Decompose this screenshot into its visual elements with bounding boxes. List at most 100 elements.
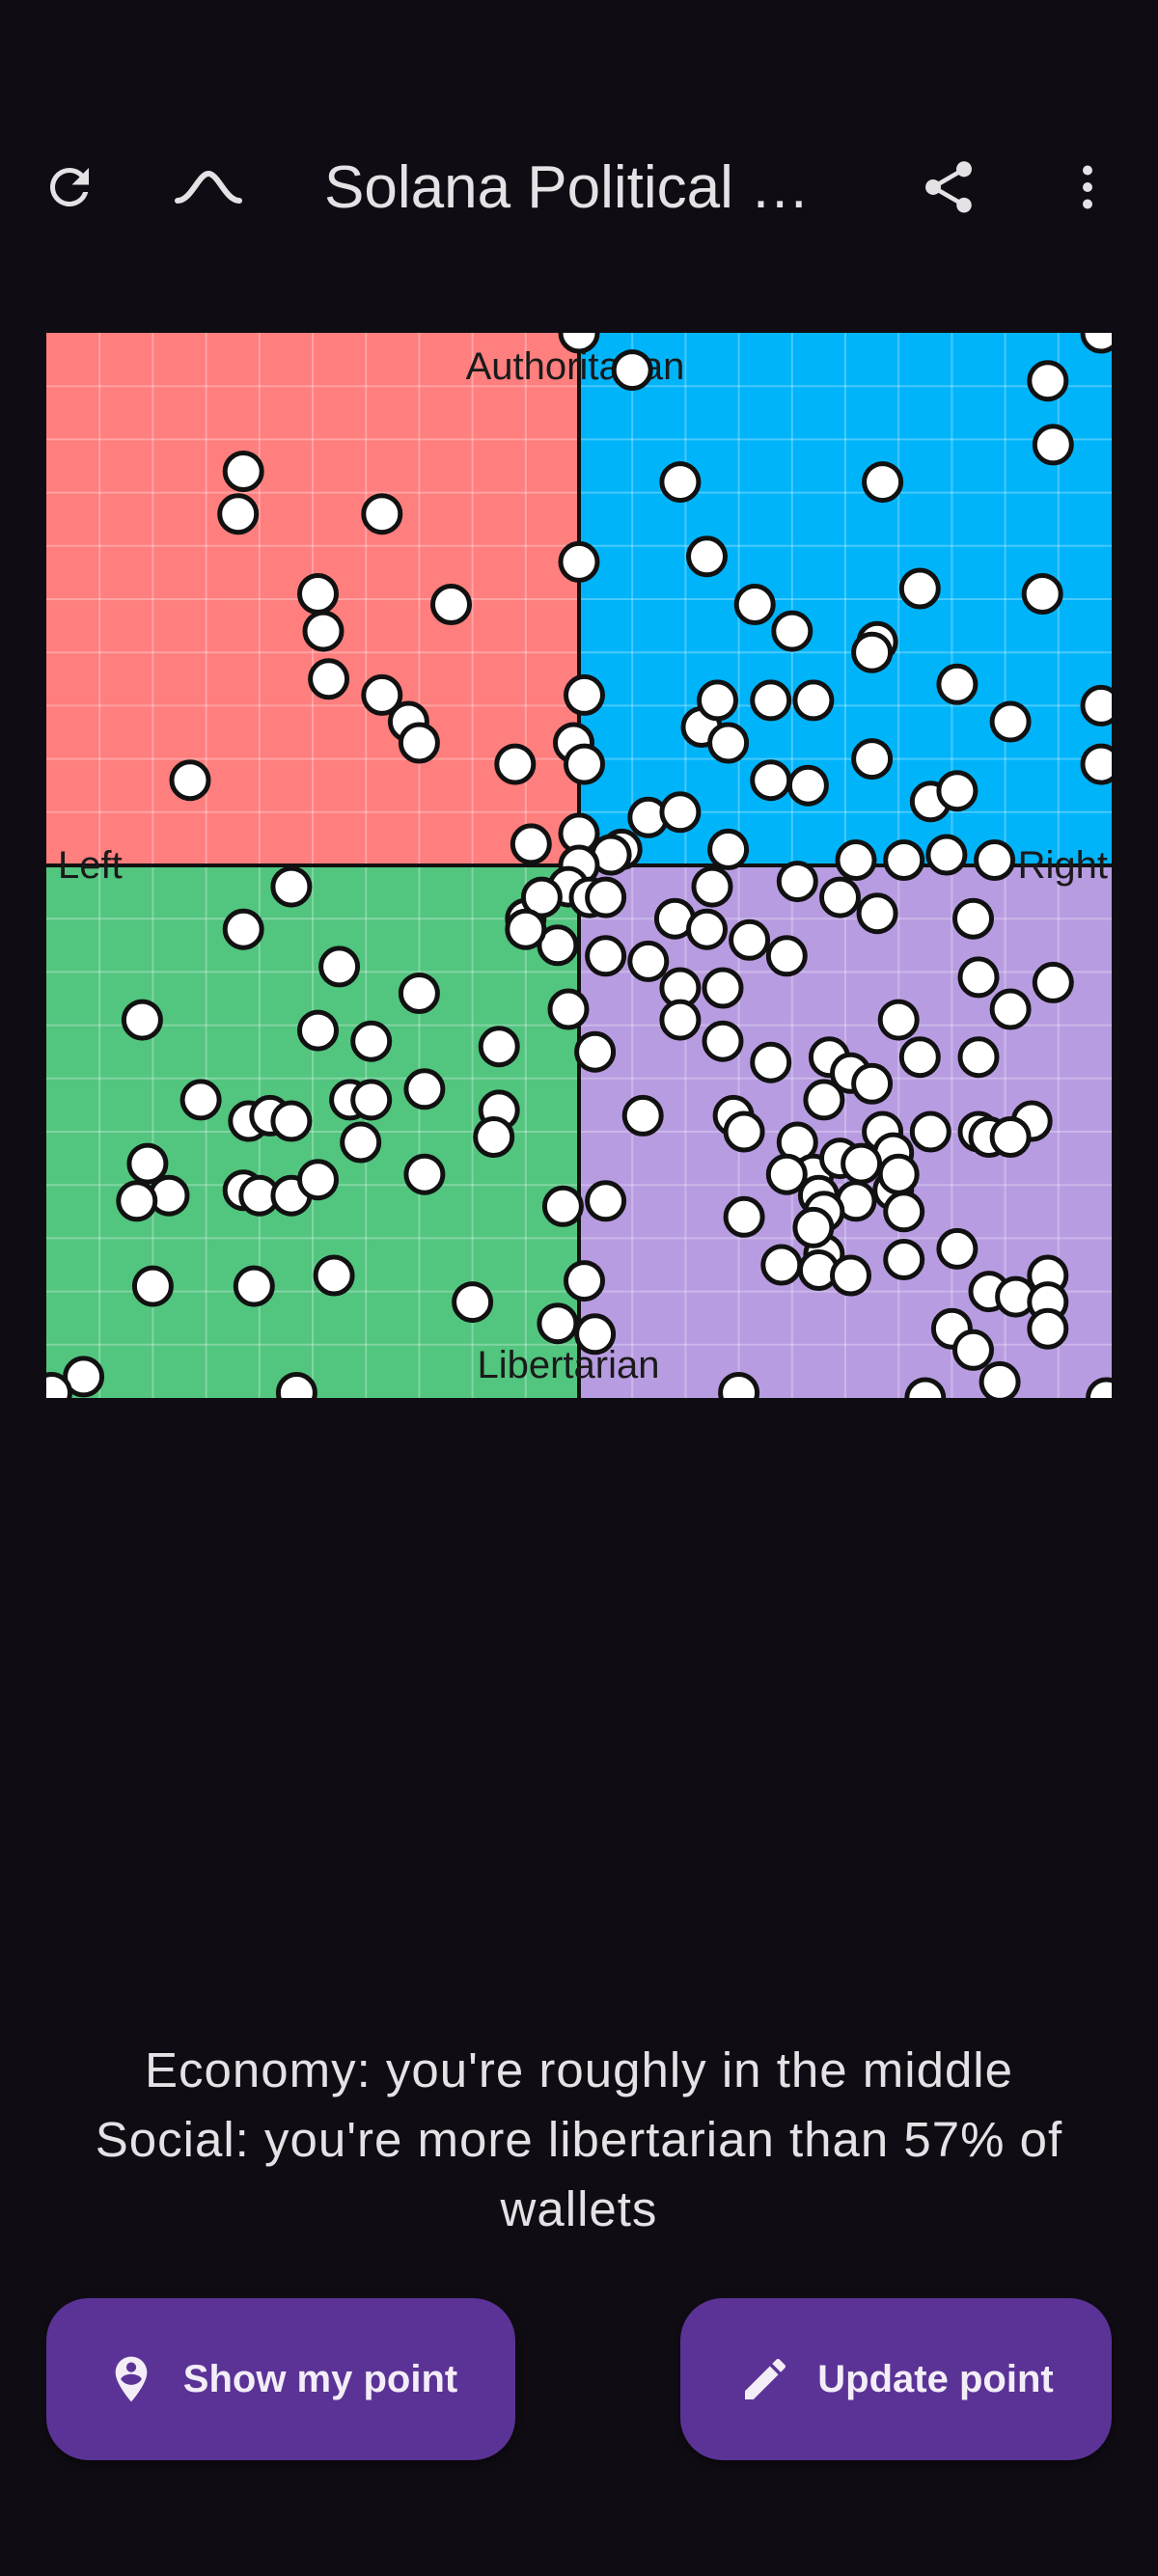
- wallet-point: [733, 584, 776, 625]
- wallet-point: [883, 1191, 925, 1233]
- wallet-point: [750, 679, 792, 722]
- wallet-point: [308, 658, 350, 700]
- wallet-point: [862, 461, 904, 504]
- wallet-point: [659, 791, 702, 834]
- person-pin-icon: [104, 2352, 158, 2406]
- political-compass-chart[interactable]: Authoritarian Libertarian Left Right: [46, 333, 1112, 1398]
- wallet-point: [750, 1041, 792, 1083]
- wallet-point: [430, 584, 472, 625]
- collapse-chevron-icon: [175, 170, 242, 204]
- wallet-point: [398, 722, 440, 764]
- wallet-point: [989, 988, 1032, 1030]
- wallet-point: [297, 573, 339, 615]
- wallet-point: [547, 988, 590, 1030]
- refresh-button[interactable]: [21, 139, 118, 235]
- wallet-point: [505, 908, 547, 950]
- wallet-point: [765, 1153, 808, 1195]
- label-libertarian: Libertarian: [477, 1344, 659, 1386]
- wallet-point: [564, 743, 605, 785]
- wallet-point: [771, 610, 813, 652]
- wallet-point: [126, 1142, 169, 1185]
- more-options-button[interactable]: [1039, 139, 1136, 235]
- wallet-point: [1027, 1307, 1069, 1350]
- wallet-point: [233, 1265, 275, 1307]
- wallet-point: [702, 1020, 744, 1062]
- update-point-button[interactable]: Update point: [680, 2298, 1112, 2460]
- wallet-point: [558, 540, 600, 583]
- wallet-point: [541, 1185, 584, 1227]
- wallet-point: [403, 1153, 446, 1195]
- wallet-point: [841, 1142, 883, 1185]
- wallet-point: [313, 1254, 355, 1297]
- wallet-point: [697, 679, 738, 722]
- wallet-point: [179, 1079, 222, 1121]
- app-bar: Solana Political …: [0, 106, 1158, 268]
- wallet-point: [898, 1036, 941, 1079]
- wallet-point: [1021, 573, 1063, 615]
- show-my-point-button[interactable]: Show my point: [46, 2298, 515, 2460]
- wallet-point: [611, 349, 653, 392]
- wallet-point: [786, 764, 829, 807]
- wallet-point: [952, 897, 994, 940]
- wallet-point: [792, 1206, 835, 1248]
- wallet-point: [275, 1372, 317, 1398]
- wallet-point: [979, 1360, 1021, 1398]
- wallet-point: [585, 1180, 627, 1222]
- economy-result: Economy: you're roughly in the middle: [144, 2042, 1013, 2097]
- wallet-point: [574, 1313, 617, 1356]
- edit-pencil-icon: [738, 2352, 792, 2406]
- wallet-point: [792, 679, 835, 722]
- wallet-point: [835, 839, 877, 881]
- wallet-point: [131, 1265, 174, 1307]
- wallet-point: [585, 935, 627, 977]
- wallet-point: [957, 1036, 1000, 1079]
- wallet-point: [877, 1153, 920, 1195]
- wallet-point: [686, 908, 728, 950]
- wallet-point: [564, 673, 605, 716]
- wallet-point: [723, 1110, 765, 1153]
- wallet-point: [1027, 360, 1069, 402]
- page-title: Solana Political …: [324, 154, 811, 221]
- wallet-point: [925, 834, 968, 876]
- wallet-point: [222, 908, 264, 950]
- wallet-point: [1032, 961, 1074, 1003]
- wallet-point: [1080, 743, 1112, 785]
- wallet-point: [169, 759, 211, 802]
- wallet-point: [659, 461, 702, 504]
- wallet-point: [803, 1079, 845, 1121]
- wallet-point: [883, 839, 925, 881]
- wallet-point: [340, 1121, 382, 1164]
- wallet-point: [936, 663, 979, 705]
- wallet-point: [760, 1244, 803, 1286]
- wallet-point: [217, 493, 260, 535]
- wallet-point: [989, 1116, 1032, 1158]
- wallet-point: [302, 610, 345, 652]
- label-left: Left: [58, 844, 123, 887]
- wallet-point: [819, 876, 861, 918]
- wallet-point: [883, 1239, 925, 1280]
- label-right: Right: [1018, 844, 1108, 887]
- share-button[interactable]: [900, 139, 997, 235]
- wallet-point: [686, 535, 728, 578]
- wallet-point: [585, 876, 627, 918]
- social-result: Social: you're more libertarian than 57%…: [95, 2112, 1063, 2236]
- wallet-point: [957, 956, 1000, 999]
- wallet-point: [621, 1094, 664, 1137]
- update-point-label: Update point: [817, 2357, 1054, 2400]
- wallet-point: [765, 935, 808, 977]
- wallet-point: [350, 1020, 393, 1062]
- wallet-point: [537, 1302, 579, 1345]
- wallet-point: [473, 1116, 515, 1158]
- wallet-point: [403, 1068, 446, 1110]
- collapse-button[interactable]: [160, 139, 257, 235]
- wallet-point: [851, 1062, 894, 1105]
- wallet-point: [478, 1026, 520, 1068]
- wallet-point: [116, 1180, 158, 1222]
- wallet-point: [877, 999, 920, 1041]
- result-message: Economy: you're roughly in the middle So…: [39, 2036, 1119, 2244]
- wallet-point: [222, 451, 264, 492]
- wallet-point: [936, 770, 979, 812]
- wallet-point: [904, 1377, 947, 1398]
- wallet-point: [830, 1254, 871, 1297]
- wallet-point: [270, 865, 313, 908]
